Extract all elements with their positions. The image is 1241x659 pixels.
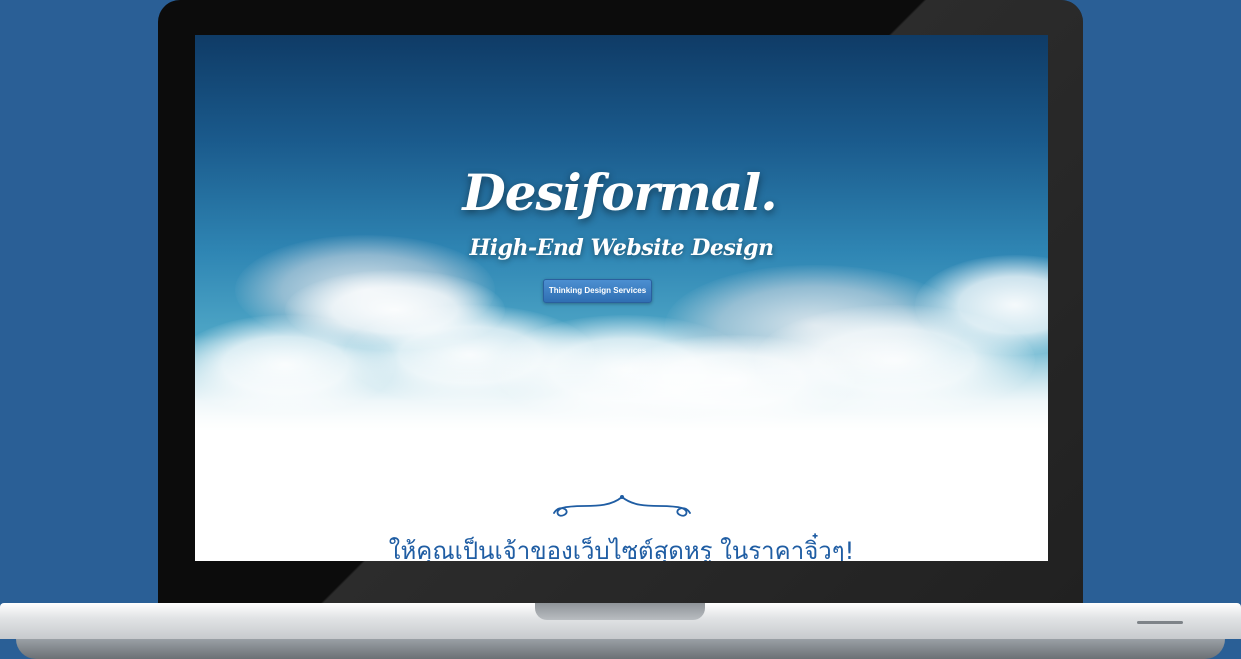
base-bottom xyxy=(16,639,1225,659)
brand-logo-text: Desiformal. xyxy=(462,163,777,222)
section-heading: ให้คุณเป็นเจ้าของเว็บไซต์สุดหรู ในราคาจิ… xyxy=(388,537,855,561)
lid-opening-notch xyxy=(535,603,705,620)
indicator-light xyxy=(1137,621,1183,624)
laptop-screen: Desiformal. High-End Website Design Thin… xyxy=(195,35,1048,561)
laptop-base xyxy=(0,603,1241,659)
thinking-design-services-button[interactable]: Thinking Design Services xyxy=(543,279,652,303)
laptop-lid: Desiformal. High-End Website Design Thin… xyxy=(158,0,1083,606)
cloud-bank xyxy=(195,335,1048,455)
flourish-divider-icon xyxy=(553,495,691,517)
hero-section: Desiformal. High-End Website Design Thin… xyxy=(195,35,1048,455)
brand-tagline: High-End Website Design xyxy=(469,235,774,261)
